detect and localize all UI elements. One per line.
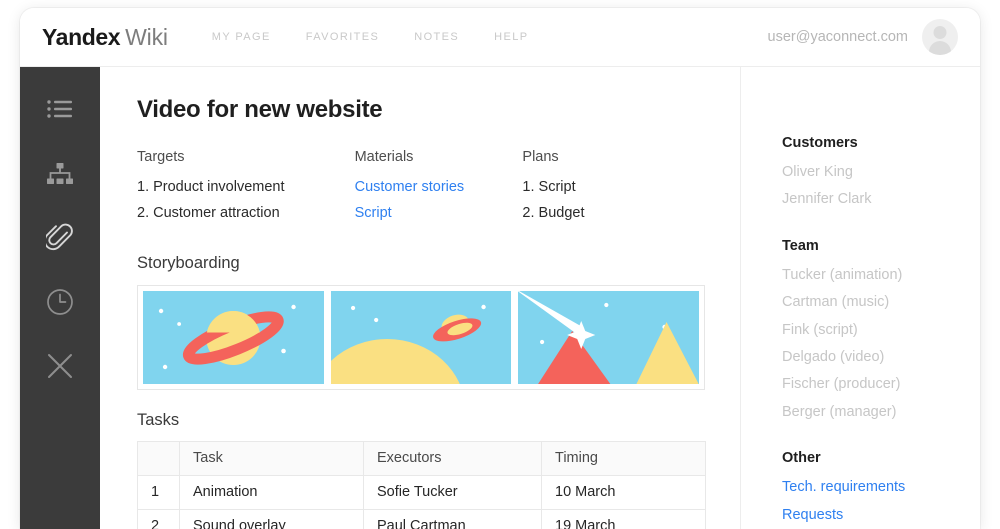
materials-link-customer-stories[interactable]: Customer stories xyxy=(355,179,523,196)
column-materials: Materials Customer stories Script xyxy=(355,149,523,232)
header-cell-number xyxy=(137,440,180,476)
summary-columns: Targets 1. Product involvement 2. Custom… xyxy=(137,149,740,232)
close-icon[interactable] xyxy=(43,349,77,383)
row-executor: Sofie Tucker xyxy=(363,474,542,510)
right-sidebar: Customers Oliver King Jennifer Clark Tea… xyxy=(740,67,980,529)
column-plans-heading: Plans xyxy=(522,149,559,165)
left-icon-rail xyxy=(20,67,100,529)
other-link-tech-requirements[interactable]: Tech. requirements xyxy=(782,479,980,496)
team-item: Delgado (video) xyxy=(782,348,885,365)
top-header-bar: Yandex Wiki MY PAGE FAVORITES NOTES HELP … xyxy=(20,8,980,67)
nav-help[interactable]: HELP xyxy=(494,31,528,43)
column-targets-heading: Targets xyxy=(137,149,185,165)
storyboard-frame-planet-with-ring[interactable] xyxy=(143,290,324,384)
nav-notes[interactable]: NOTES xyxy=(414,31,459,43)
targets-item-2: 2. Customer attraction xyxy=(137,205,280,222)
row-timing: 10 March xyxy=(541,474,706,510)
user-avatar-icon[interactable] xyxy=(922,19,958,55)
table-header-row: Task Executors Timing xyxy=(137,440,706,476)
team-item: Fink (script) xyxy=(782,321,858,338)
table-row[interactable]: 1 Animation Sofie Tucker 10 March xyxy=(137,474,706,510)
row-task: Sound overlay xyxy=(179,508,364,529)
nav-my-page[interactable]: MY PAGE xyxy=(212,31,271,43)
team-item: Cartman (music) xyxy=(782,294,890,311)
logo-text-secondary: Wiki xyxy=(125,23,168,50)
plans-item-2: 2. Budget xyxy=(522,205,585,222)
list-icon[interactable] xyxy=(43,93,77,127)
row-number: 2 xyxy=(137,508,180,529)
row-number: 1 xyxy=(137,474,180,510)
header-cell-task: Task xyxy=(179,440,364,476)
paperclip-icon[interactable] xyxy=(43,221,77,255)
header-cell-timing: Timing xyxy=(541,440,706,476)
tasks-table-header: Task Executors Timing xyxy=(137,440,706,476)
row-timing: 19 March xyxy=(541,508,706,529)
logo-text-primary: Yandex xyxy=(42,23,121,50)
header-cell-executors: Executors xyxy=(363,440,542,476)
nav-favorites[interactable]: FAVORITES xyxy=(306,31,380,43)
column-materials-heading: Materials xyxy=(354,149,414,165)
team-heading: Team xyxy=(782,237,819,254)
tasks-heading: Tasks xyxy=(137,410,180,429)
page-title: Video for new website xyxy=(137,96,383,123)
clock-icon[interactable] xyxy=(43,285,77,319)
team-item: Berger (manager) xyxy=(782,403,897,420)
customer-item: Oliver King xyxy=(782,164,853,180)
column-plans: Plans 1. Script 2. Budget xyxy=(522,149,740,232)
targets-item-1: 1. Product involvement xyxy=(137,179,285,195)
main-navigation: MY PAGE FAVORITES NOTES HELP xyxy=(212,31,529,43)
storyboard-gallery xyxy=(137,284,705,390)
storyboarding-heading: Storyboarding xyxy=(137,253,240,272)
table-row[interactable]: 2 Sound overlay Paul Cartman 19 March xyxy=(137,508,706,529)
team-item: Fischer (producer) xyxy=(782,376,901,393)
sitemap-icon[interactable] xyxy=(43,157,77,191)
avatar-head-shape xyxy=(933,26,947,39)
plans-item-1: 1. Script xyxy=(522,179,576,195)
other-link-requests[interactable]: Requests xyxy=(782,507,980,524)
tasks-table-body: 1 Animation Sofie Tucker 10 March 2 Soun… xyxy=(137,474,706,529)
tasks-table: Task Executors Timing 1 Animation Sofie … xyxy=(137,440,706,529)
app-root: Yandex Wiki MY PAGE FAVORITES NOTES HELP … xyxy=(0,0,1000,529)
other-heading: Other xyxy=(782,450,821,467)
user-account-area[interactable]: user@yaconnect.com xyxy=(768,19,958,55)
main-content-area: Video for new website Targets 1. Product… xyxy=(100,67,740,529)
column-targets: Targets 1. Product involvement 2. Custom… xyxy=(137,149,355,232)
browser-window: Yandex Wiki MY PAGE FAVORITES NOTES HELP … xyxy=(20,8,980,529)
avatar-body-shape xyxy=(929,41,951,55)
storyboard-frame-shooting-star-mountains[interactable] xyxy=(518,290,700,384)
materials-link-script[interactable]: Script xyxy=(355,205,523,222)
team-item: Tucker (animation) xyxy=(782,266,903,283)
row-executor: Paul Cartman xyxy=(363,508,542,529)
customers-heading: Customers xyxy=(782,135,858,151)
app-logo[interactable]: Yandex Wiki xyxy=(42,23,168,50)
customer-item: Jennifer Clark xyxy=(782,191,872,208)
row-task: Animation xyxy=(179,474,364,510)
user-email-label: user@yaconnect.com xyxy=(767,29,908,45)
storyboard-frame-ufo-over-planet[interactable] xyxy=(330,290,512,384)
